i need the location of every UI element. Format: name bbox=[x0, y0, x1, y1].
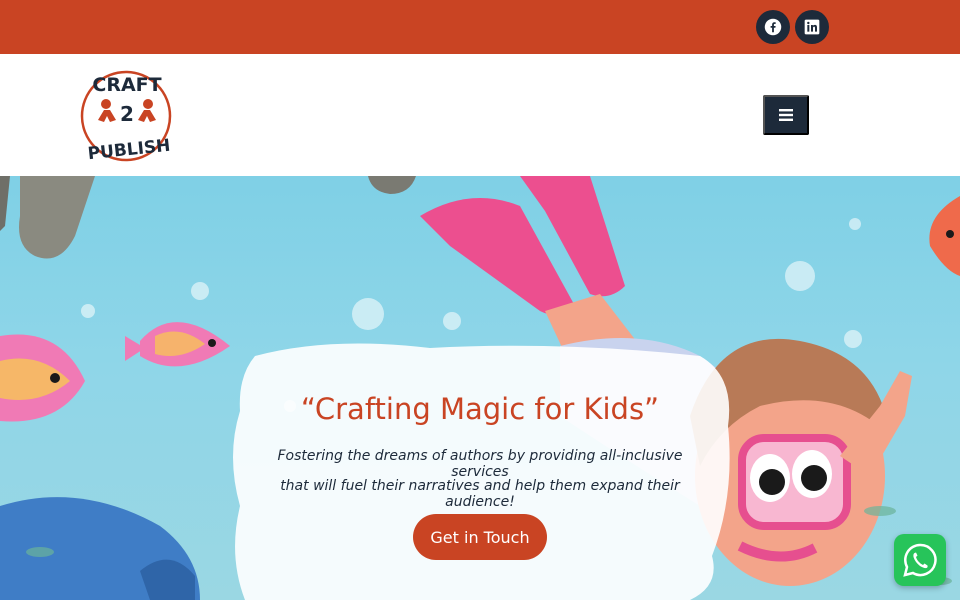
get-in-touch-button[interactable]: Get in Touch bbox=[413, 514, 547, 560]
facebook-link[interactable] bbox=[756, 10, 790, 44]
whatsapp-button[interactable] bbox=[894, 534, 946, 586]
hamburger-icon bbox=[779, 109, 793, 121]
logo-emblem: CRAFT 2 PUBLISH bbox=[80, 70, 171, 164]
hero-title: “Crafting Magic for Kids” bbox=[300, 392, 660, 426]
logo-word-publish: PUBLISH bbox=[87, 136, 171, 164]
hero-subtitle-line-1: Fostering the dreams of authors by provi… bbox=[277, 448, 683, 480]
linkedin-link[interactable] bbox=[795, 10, 829, 44]
linkedin-icon bbox=[804, 19, 820, 35]
menu-toggle-button[interactable] bbox=[763, 95, 809, 135]
whatsapp-icon bbox=[903, 543, 937, 577]
site-logo[interactable]: CRAFT 2 PUBLISH bbox=[76, 64, 178, 164]
facebook-icon bbox=[764, 18, 782, 36]
top-bar bbox=[0, 0, 960, 54]
hero-subtitle-line-2: that will fuel their narratives and help… bbox=[280, 478, 680, 510]
logo-number: 2 bbox=[120, 102, 134, 126]
logo-word-craft: CRAFT bbox=[92, 74, 161, 96]
